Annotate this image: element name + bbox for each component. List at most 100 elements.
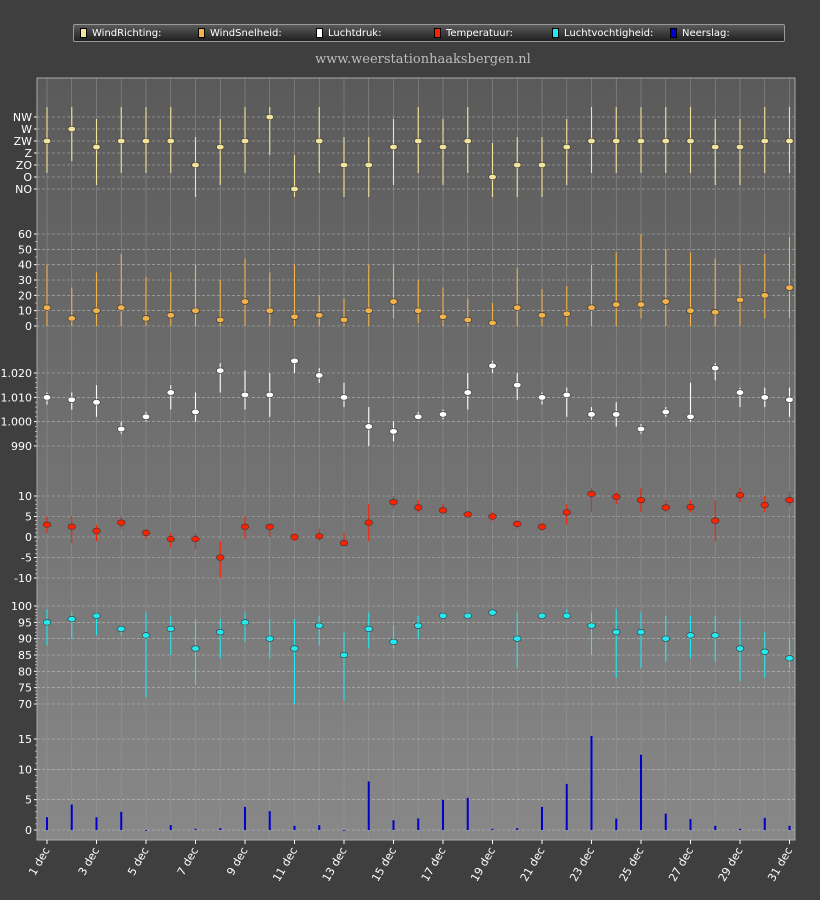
temperatuur-point <box>265 523 274 530</box>
windrichting-point <box>711 143 720 151</box>
luchtdruk-point <box>265 391 274 399</box>
temperatuur-point <box>389 499 398 506</box>
temperatuur-point <box>760 501 769 509</box>
windrichting-point <box>42 137 52 145</box>
x-tick-label: 21 dec <box>518 845 548 884</box>
temperatuur-tick-label: 10 <box>18 490 32 503</box>
temperatuur-point <box>364 519 373 526</box>
windsnelheid-point <box>67 315 76 322</box>
luchtdruk-point <box>216 367 225 374</box>
x-tick-label: 1 dec <box>26 845 52 878</box>
luchtdruk-point <box>42 394 52 401</box>
luchtvochtigheid-point <box>760 648 769 655</box>
windsnelheid-tick-label: 60 <box>18 228 32 241</box>
temperatuur-point <box>711 517 720 524</box>
x-tick-label: 25 dec <box>617 845 647 884</box>
temperatuur-point <box>587 490 596 498</box>
weather-chart: NOOZOZZWWNW01020304050609901.0001.0101.0… <box>1 77 796 884</box>
temperatuur-point <box>216 554 225 561</box>
windrichting-point <box>240 137 250 145</box>
temperatuur-point <box>141 529 151 537</box>
neerslag-bar <box>565 783 568 830</box>
windrichting-tick-label: O <box>23 171 32 184</box>
windrichting-point <box>612 137 621 145</box>
luchtdruk-point <box>315 372 324 379</box>
neerslag-bar <box>466 797 469 830</box>
luchtvochtigheid-point <box>587 622 596 629</box>
windsnelheid-tick-label: 10 <box>18 305 32 318</box>
temperatuur-point <box>339 540 349 547</box>
luchtvochtigheid-point <box>711 632 720 639</box>
luchtdruk-point <box>537 394 547 401</box>
windrichting-point <box>265 113 274 121</box>
neerslag-bar <box>318 825 321 830</box>
temperatuur-point <box>785 497 794 504</box>
neerslag-bar <box>293 825 296 830</box>
temperatuur-point <box>735 492 745 499</box>
temperatuur-point <box>191 535 200 543</box>
windrichting-point <box>562 143 571 151</box>
windrichting-point <box>191 161 200 169</box>
windsnelheid-point <box>513 304 522 311</box>
neerslag-bar <box>392 820 395 830</box>
luchtvochtigheid-point <box>216 629 225 636</box>
windrichting-point <box>735 143 745 151</box>
temperatuur-point <box>463 511 472 518</box>
neerslag-bar <box>417 818 420 830</box>
windrichting-point <box>488 173 497 181</box>
luchtvochtigheid-point <box>42 619 52 626</box>
temperatuur-point <box>117 519 126 526</box>
luchtdruk-point <box>92 399 101 406</box>
neerslag-bar <box>615 818 618 830</box>
luchtvochtigheid-point <box>265 635 274 642</box>
temperatuur-tick-label: -10 <box>14 572 32 585</box>
neerslag-bar <box>169 825 172 830</box>
temperatuur-point <box>414 504 423 511</box>
windsnelheid-point <box>117 304 126 311</box>
neerslag-bar <box>268 811 271 830</box>
temperatuur-point <box>240 523 250 530</box>
luchtdruk-tick-label: 990 <box>11 440 32 453</box>
luchtvochtigheid-point <box>785 655 794 662</box>
luchtvochtigheid-point <box>290 645 299 652</box>
x-tick-label: 31 dec <box>765 845 795 884</box>
luchtvochtigheid-point <box>463 612 472 619</box>
windsnelheid-point <box>240 298 250 305</box>
neerslag-bar <box>590 735 593 830</box>
neerslag-bar <box>120 811 123 830</box>
windrichting-point <box>587 137 596 145</box>
windsnelheid-point <box>364 307 373 314</box>
x-tick-label: 27 dec <box>666 845 696 884</box>
x-tick-label: 13 dec <box>320 845 350 884</box>
neerslag-bar <box>194 828 197 830</box>
luchtvochtigheid-point <box>414 622 423 629</box>
neerslag-bar <box>46 817 48 830</box>
luchtvochtigheid-point <box>661 635 670 642</box>
legend-swatch-neerslag <box>670 28 677 38</box>
x-tick-label: 5 dec <box>125 845 151 878</box>
luchtdruk-point <box>513 382 522 389</box>
windrichting-point <box>67 125 76 133</box>
luchtvochtigheid-point <box>67 615 76 623</box>
luchtvochtigheid-point <box>537 612 547 619</box>
luchtvochtigheid-tick-label: 75 <box>18 682 32 695</box>
neerslag-bar <box>788 825 791 830</box>
windsnelheid-point <box>562 310 571 317</box>
temperatuur-point <box>42 521 52 528</box>
luchtdruk-point <box>488 362 497 369</box>
site-url: www.weerstationhaaksbergen.nl <box>315 52 531 67</box>
temperatuur-point <box>488 513 497 520</box>
luchtvochtigheid-point <box>191 645 200 652</box>
luchtvochtigheid-tick-label: 90 <box>18 633 32 646</box>
windrichting-tick-label: ZW <box>14 135 33 148</box>
legend-item-windrichting: WindRichting: <box>80 28 192 39</box>
luchtvochtigheid-point <box>438 612 448 619</box>
luchtdruk-point <box>414 413 423 420</box>
windrichting-tick-label: Z <box>24 147 32 160</box>
windsnelheid-point <box>166 312 175 319</box>
windrichting-point <box>636 137 646 145</box>
temperatuur-point <box>562 509 571 516</box>
legend-item-temperatuur: Temperatuur: <box>434 28 546 39</box>
windrichting-point <box>315 137 324 145</box>
windsnelheid-point <box>414 307 423 314</box>
